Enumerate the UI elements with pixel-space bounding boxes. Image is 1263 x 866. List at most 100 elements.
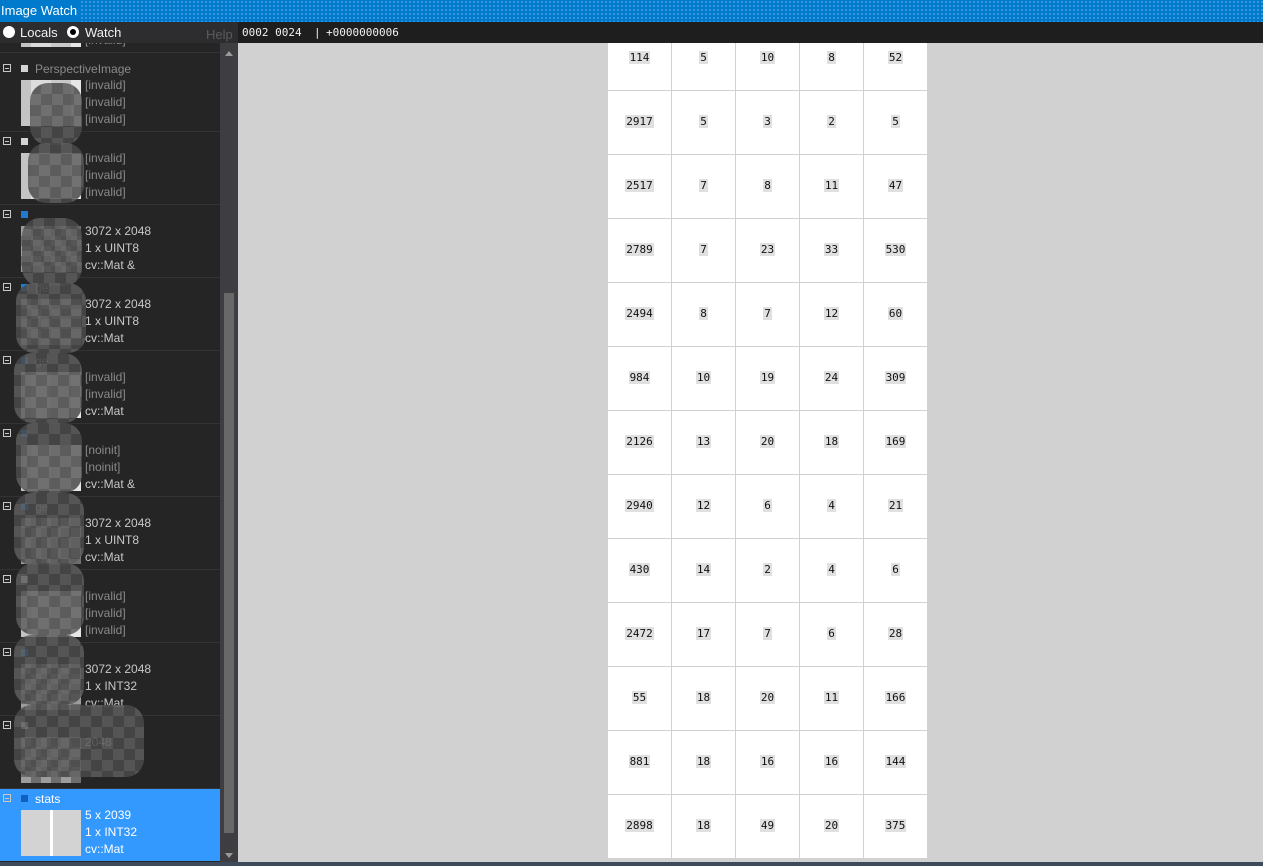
pixel-cell[interactable]: 24 <box>800 347 863 410</box>
collapse-icon[interactable] <box>3 575 11 583</box>
pixel-cell[interactable]: 55 <box>608 667 671 730</box>
redaction-mask <box>14 493 84 565</box>
pixel-cell[interactable]: 13 <box>672 411 735 474</box>
watch-item-info: [invalid] <box>85 185 126 199</box>
watch-item[interactable]: stats 5 x 2039 1 x INT32 cv::Mat <box>0 789 220 861</box>
locals-label[interactable]: Locals <box>20 25 58 40</box>
watch-list[interactable]: [invalid] PerspectiveImage [invalid] [inval… <box>0 43 220 866</box>
collapse-icon[interactable] <box>3 721 11 729</box>
pixel-cell[interactable]: 18 <box>672 795 735 858</box>
pixel-cell[interactable]: 984 <box>608 347 671 410</box>
redaction-mask <box>30 83 82 145</box>
pixel-cell[interactable]: 47 <box>864 155 927 218</box>
pixel-cell[interactable]: 8 <box>672 283 735 346</box>
collapse-icon[interactable] <box>3 137 11 145</box>
pixel-cell[interactable]: 6 <box>864 539 927 602</box>
pixel-cell[interactable]: 7 <box>672 219 735 282</box>
pixel-cell[interactable]: 18 <box>672 731 735 794</box>
pixel-cell[interactable]: 21 <box>864 475 927 538</box>
collapse-icon[interactable] <box>3 502 11 510</box>
pixel-cell[interactable]: 430 <box>608 539 671 602</box>
pixel-cell[interactable]: 3 <box>736 91 799 154</box>
pixel-cell-value: 169 <box>884 435 907 448</box>
locals-radio[interactable] <box>3 26 15 38</box>
watch-radio[interactable] <box>67 26 79 38</box>
pixel-cell-value: 2472 <box>625 627 654 640</box>
pixel-cell[interactable]: 2940 <box>608 475 671 538</box>
pixel-cell[interactable]: 2494 <box>608 283 671 346</box>
collapse-icon[interactable] <box>3 429 11 437</box>
pixel-cell[interactable]: 20 <box>736 411 799 474</box>
collapse-icon[interactable] <box>3 794 11 802</box>
pixel-cell[interactable]: 7 <box>736 603 799 666</box>
pixel-cell[interactable]: 6 <box>736 475 799 538</box>
pixel-cell[interactable]: 18 <box>672 667 735 730</box>
collapse-icon[interactable] <box>3 283 11 291</box>
pixel-cell[interactable]: 2789 <box>608 219 671 282</box>
pixel-cell[interactable]: 28 <box>864 603 927 666</box>
pixel-cell[interactable]: 12 <box>672 475 735 538</box>
pixel-cell[interactable]: 530 <box>864 219 927 282</box>
pixel-cell[interactable]: 4 <box>800 475 863 538</box>
pixel-cell[interactable]: 16 <box>800 731 863 794</box>
pixel-cell[interactable]: 144 <box>864 731 927 794</box>
pixel-cell[interactable]: 14 <box>672 539 735 602</box>
pixel-cell[interactable]: 60 <box>864 283 927 346</box>
help-link[interactable]: Help <box>206 27 233 42</box>
collapse-icon[interactable] <box>3 210 11 218</box>
pixel-cell[interactable]: 52 <box>864 43 927 90</box>
pixel-cell[interactable]: 2472 <box>608 603 671 666</box>
pixel-cell[interactable]: 2 <box>736 539 799 602</box>
pixel-cell[interactable]: 16 <box>736 731 799 794</box>
pixel-cell[interactable]: 114 <box>608 43 671 90</box>
pixel-cell[interactable]: 19 <box>736 347 799 410</box>
pixel-cell[interactable]: 49 <box>736 795 799 858</box>
image-thumbnail[interactable] <box>21 43 81 47</box>
pixel-cell[interactable]: 33 <box>800 219 863 282</box>
pixel-cell[interactable]: 2126 <box>608 411 671 474</box>
pixel-cell[interactable]: 11 <box>800 667 863 730</box>
pixel-cell-value: 11 <box>823 691 840 704</box>
pixel-cell[interactable]: 2898 <box>608 795 671 858</box>
pixel-cell[interactable]: 20 <box>736 667 799 730</box>
pixel-cell[interactable]: 8 <box>736 155 799 218</box>
pixel-cell[interactable]: 18 <box>800 411 863 474</box>
pixel-cell[interactable]: 4 <box>800 539 863 602</box>
pixel-cell[interactable]: 23 <box>736 219 799 282</box>
scrollbar-thumb[interactable] <box>224 293 234 833</box>
pixel-cell[interactable]: 20 <box>800 795 863 858</box>
pixel-cell[interactable]: 17 <box>672 603 735 666</box>
pixel-cell[interactable]: 166 <box>864 667 927 730</box>
pixel-cell[interactable]: 5 <box>672 91 735 154</box>
scroll-down-icon[interactable] <box>225 853 233 858</box>
pixel-cell[interactable]: 7 <box>672 155 735 218</box>
watch-label[interactable]: Watch <box>85 25 121 40</box>
image-viewer[interactable]: 114 5 10 8 52 2917 5 3 2 5 2517 7 8 11 47 2789 7 23 33 530 2… <box>238 43 1263 866</box>
pixel-cell-value: 2517 <box>625 179 654 192</box>
collapse-icon[interactable] <box>3 64 11 72</box>
pixel-cell[interactable]: 375 <box>864 795 927 858</box>
pixel-cell-value: 33 <box>823 243 840 256</box>
pixel-cell[interactable]: 12 <box>800 283 863 346</box>
collapse-icon[interactable] <box>3 648 11 656</box>
watch-item[interactable]: [invalid] <box>0 43 220 53</box>
pixel-cell[interactable]: 309 <box>864 347 927 410</box>
scroll-up-icon[interactable] <box>225 51 233 56</box>
image-thumbnail[interactable] <box>21 810 81 856</box>
pixel-cell[interactable]: 2 <box>800 91 863 154</box>
pixel-cell[interactable]: 11 <box>800 155 863 218</box>
pixel-cell[interactable]: 8 <box>800 43 863 90</box>
pixel-cell[interactable]: 5 <box>864 91 927 154</box>
pixel-cell[interactable]: 6 <box>800 603 863 666</box>
pixel-cell[interactable]: 2517 <box>608 155 671 218</box>
pixel-cell[interactable]: 5 <box>672 43 735 90</box>
collapse-icon[interactable] <box>3 356 11 364</box>
pixel-cell[interactable]: 881 <box>608 731 671 794</box>
pixel-cell[interactable]: 10 <box>736 43 799 90</box>
pixel-cell[interactable]: 7 <box>736 283 799 346</box>
watch-list-scrollbar[interactable] <box>220 43 238 866</box>
pixel-cell[interactable]: 10 <box>672 347 735 410</box>
pixel-cell[interactable]: 169 <box>864 411 927 474</box>
pixel-cell[interactable]: 2917 <box>608 91 671 154</box>
redaction-mask <box>14 705 144 777</box>
